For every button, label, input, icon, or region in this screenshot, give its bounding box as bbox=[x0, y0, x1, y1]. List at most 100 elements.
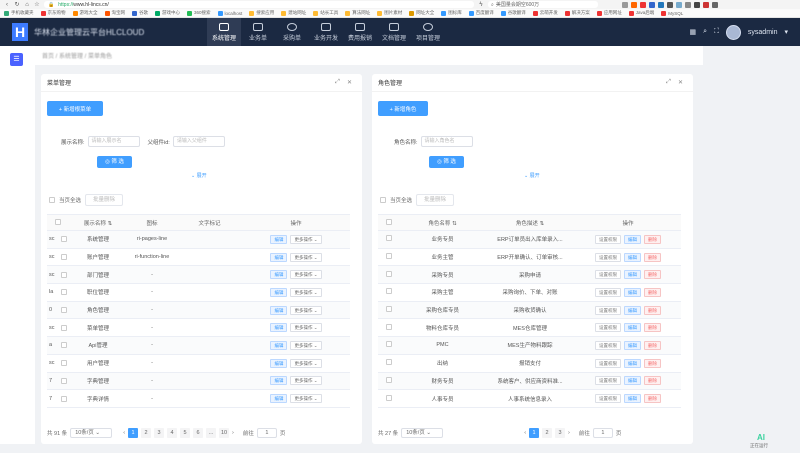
expand-link[interactable]: ⌄ 展开 bbox=[191, 172, 207, 179]
table-row[interactable]: sc 菜单管理 - 编辑 更多操作 ⌄ bbox=[47, 319, 350, 338]
set-permission-button[interactable]: 设置权限 bbox=[595, 358, 621, 368]
bookmark-item[interactable]: 解决方案 bbox=[564, 10, 590, 16]
star-icon[interactable]: ☆ bbox=[34, 2, 40, 8]
ai-assistant-badge[interactable]: AI bbox=[757, 433, 765, 442]
page-button[interactable]: 10 bbox=[219, 428, 230, 438]
table-row[interactable]: 7 字典管理 - 编辑 更多操作 ⌄ bbox=[47, 372, 350, 391]
back-icon[interactable]: ‹ bbox=[4, 2, 10, 8]
page-button[interactable]: 6 bbox=[193, 428, 204, 438]
more-actions-button[interactable]: 更多操作 ⌄ bbox=[290, 270, 322, 280]
lightning-icon[interactable]: ϟ bbox=[478, 2, 484, 8]
user-name[interactable]: sysadmin bbox=[748, 29, 778, 36]
prev-page-icon[interactable]: ‹ bbox=[123, 430, 125, 436]
edit-button[interactable]: 编辑 bbox=[624, 270, 641, 280]
row-checkbox[interactable] bbox=[61, 236, 67, 243]
delete-button[interactable]: 删除 bbox=[644, 323, 661, 333]
set-permission-button[interactable]: 设置权限 bbox=[595, 340, 621, 350]
set-permission-button[interactable]: 设置权限 bbox=[595, 252, 621, 262]
add-root-menu-button[interactable]: + 新增根菜单 bbox=[47, 101, 103, 116]
edit-button[interactable]: 编辑 bbox=[270, 270, 288, 280]
close-icon[interactable]: ✕ bbox=[347, 79, 352, 86]
edit-button[interactable]: 编辑 bbox=[624, 287, 641, 297]
page-button[interactable]: 4 bbox=[167, 428, 178, 438]
set-permission-button[interactable]: 设置权限 bbox=[595, 287, 621, 297]
nav-document[interactable]: 文档管理 bbox=[377, 18, 411, 46]
page-button[interactable]: 1 bbox=[128, 428, 139, 438]
delete-button[interactable]: 删除 bbox=[644, 305, 661, 315]
table-row[interactable]: sc 部门管理 - 编辑 更多操作 ⌄ bbox=[47, 266, 350, 285]
delete-button[interactable]: 删除 bbox=[644, 340, 661, 350]
filter-button[interactable]: ◎ 筛 选 bbox=[429, 156, 464, 168]
display-name-input[interactable]: 请输入展示名 bbox=[87, 136, 140, 147]
row-checkbox[interactable] bbox=[386, 288, 392, 295]
row-checkbox[interactable] bbox=[61, 307, 67, 314]
page-size-select[interactable]: 10条/页 ⌄ bbox=[70, 428, 113, 438]
nav-purchase[interactable]: 采购单 bbox=[275, 18, 309, 46]
page-button[interactable]: 1 bbox=[529, 428, 540, 438]
bookmark-item[interactable]: 游戏大全 bbox=[72, 10, 98, 16]
row-checkbox[interactable] bbox=[386, 323, 392, 330]
row-checkbox[interactable] bbox=[61, 324, 67, 331]
set-permission-button[interactable]: 设置权限 bbox=[595, 234, 621, 244]
table-row[interactable]: 人事专员 人事系统信息录入 设置权限 编辑 删除 bbox=[378, 390, 681, 408]
bookmark-item[interactable]: 算法网址 bbox=[345, 10, 370, 16]
row-checkbox[interactable] bbox=[386, 306, 392, 313]
extension-icon[interactable] bbox=[667, 1, 673, 8]
maximize-icon[interactable]: ⤢ bbox=[666, 79, 671, 86]
table-row[interactable]: sc 用户管理 - 编辑 更多操作 ⌄ bbox=[47, 355, 350, 373]
page-ellipsis[interactable]: ... bbox=[206, 428, 217, 438]
browser-search-box[interactable]: ⌕ 美国量会期空600万 bbox=[488, 1, 598, 8]
row-checkbox[interactable] bbox=[61, 395, 67, 402]
table-row[interactable]: PMC MES生产物料跟踪 设置权限 编辑 删除 bbox=[378, 337, 681, 355]
page-button[interactable]: 3 bbox=[555, 428, 566, 438]
row-checkbox[interactable] bbox=[61, 377, 67, 384]
delete-button[interactable]: 删除 bbox=[644, 394, 661, 404]
bookmark-item[interactable]: localhost bbox=[217, 10, 242, 16]
bookmark-item[interactable]: 图片素材 bbox=[377, 10, 402, 16]
row-checkbox[interactable] bbox=[386, 376, 392, 383]
table-row[interactable]: 物料仓库专员 MES仓库管理 设置权限 编辑 删除 bbox=[378, 319, 681, 338]
set-permission-button[interactable]: 设置权限 bbox=[595, 394, 621, 404]
bookmark-item[interactable]: 搜索应用 bbox=[249, 10, 274, 16]
bookmark-item[interactable]: 网址大全 bbox=[409, 10, 434, 16]
set-permission-button[interactable]: 设置权限 bbox=[595, 323, 621, 333]
row-checkbox[interactable] bbox=[386, 341, 392, 348]
edit-button[interactable]: 编辑 bbox=[270, 234, 288, 244]
role-name-input[interactable]: 请输入角色名 bbox=[420, 136, 473, 147]
more-actions-button[interactable]: 更多操作 ⌄ bbox=[290, 358, 322, 368]
edit-button[interactable]: 编辑 bbox=[624, 358, 641, 368]
column-header[interactable]: 角色描述 ⇅ bbox=[485, 219, 575, 227]
batch-delete-button[interactable]: 批量删除 bbox=[416, 194, 455, 206]
menu-toggle-button[interactable]: ☰ bbox=[10, 53, 23, 66]
more-actions-button[interactable]: 更多操作 ⌄ bbox=[290, 252, 322, 262]
nav-system[interactable]: 系统管理 bbox=[207, 18, 241, 46]
bookmark-item[interactable]: MySQL bbox=[661, 10, 683, 16]
home-icon[interactable]: ⌂ bbox=[24, 2, 30, 8]
table-row[interactable]: 出纳 报销支付 设置权限 编辑 删除 bbox=[378, 355, 681, 373]
edit-button[interactable]: 编辑 bbox=[624, 394, 641, 404]
next-page-icon[interactable]: › bbox=[232, 430, 234, 436]
add-role-button[interactable]: + 新增角色 bbox=[378, 101, 428, 116]
row-checkbox[interactable] bbox=[386, 235, 392, 242]
set-permission-button[interactable]: 设置权限 bbox=[595, 376, 621, 386]
row-checkbox[interactable] bbox=[386, 270, 392, 277]
page-button[interactable]: 2 bbox=[141, 428, 152, 438]
select-all-checkbox[interactable] bbox=[49, 197, 55, 203]
edit-button[interactable]: 编辑 bbox=[270, 340, 288, 350]
edit-button[interactable]: 编辑 bbox=[624, 376, 641, 386]
undo-icon[interactable] bbox=[694, 1, 700, 8]
address-bar[interactable]: 🔒 https://www.hl-lincs.cn/ bbox=[44, 1, 474, 8]
extension-icon[interactable] bbox=[658, 1, 664, 8]
prev-page-icon[interactable]: ‹ bbox=[524, 430, 526, 436]
edit-button[interactable]: 编辑 bbox=[270, 323, 288, 333]
row-checkbox[interactable] bbox=[61, 289, 67, 296]
delete-button[interactable]: 删除 bbox=[644, 287, 661, 297]
chevron-down-icon[interactable]: ▾ bbox=[784, 28, 788, 36]
parent-id-input[interactable]: 请输入父组件 bbox=[172, 136, 225, 147]
bookmark-item[interactable]: 淘宝网 bbox=[104, 10, 125, 16]
more-actions-button[interactable]: 更多操作 ⌄ bbox=[290, 305, 322, 315]
bookmark-item[interactable]: 手机收藏夹 bbox=[4, 10, 34, 16]
set-permission-button[interactable]: 设置权限 bbox=[595, 305, 621, 315]
edit-button[interactable]: 编辑 bbox=[270, 287, 288, 297]
delete-button[interactable]: 删除 bbox=[644, 376, 661, 386]
